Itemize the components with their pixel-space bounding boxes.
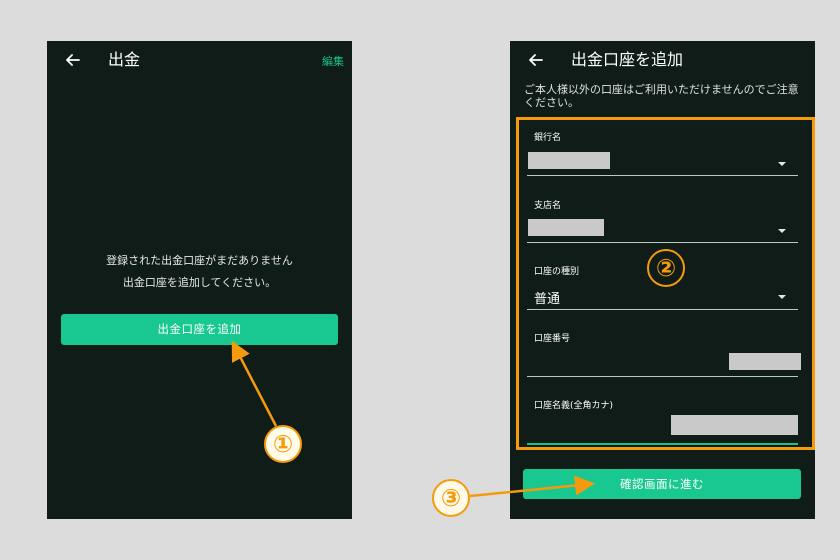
header: 出金 編集	[47, 41, 352, 81]
edit-link[interactable]: 編集	[322, 53, 344, 69]
step3-badge: ③	[432, 479, 470, 517]
page-title: 出金口座を追加	[571, 50, 684, 69]
empty-message: 登録された出金口座がまだありません	[106, 254, 293, 267]
withdrawal-screen: 出金 編集 登録された出金口座がまだありません 出金口座を追加してください。 出…	[47, 41, 352, 519]
back-arrow-icon[interactable]	[526, 50, 546, 70]
header: 出金口座を追加	[510, 41, 815, 81]
step2-badge: ②	[647, 249, 685, 287]
page-title: 出金	[108, 50, 141, 69]
notice-text: ご本人様以外の口座はご利用いただけませんのでご注意ください。	[524, 83, 799, 109]
add-withdrawal-account-button[interactable]: 出金口座を追加	[61, 314, 338, 345]
empty-message-sub: 出金口座を追加してください。	[122, 276, 277, 289]
back-arrow-icon[interactable]	[63, 50, 83, 70]
proceed-to-confirmation-button[interactable]: 確認画面に進む	[523, 469, 801, 499]
step1-badge: ①	[264, 425, 302, 463]
